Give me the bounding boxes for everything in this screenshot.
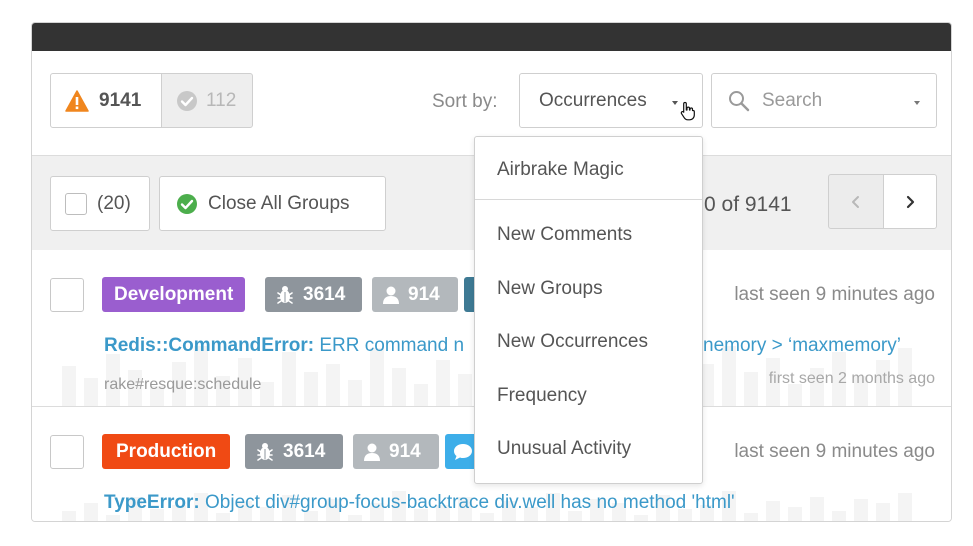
bug-icon: [277, 285, 293, 304]
search-input[interactable]: [762, 89, 902, 112]
sort-dropdown[interactable]: Occurrences: [519, 73, 703, 128]
environment-badge[interactable]: Development: [102, 277, 246, 312]
search-icon: [729, 90, 750, 111]
occurrences-badge: 3614: [245, 434, 343, 469]
close-all-label: Close All Groups: [208, 192, 350, 214]
pagination-text: 0 of 9141: [704, 193, 792, 216]
error-message: ERR command n: [314, 335, 465, 356]
sort-option-frequency[interactable]: Frequency: [497, 385, 587, 407]
sort-selected-value: Occurrences: [539, 89, 647, 111]
error-message-link[interactable]: Redis::CommandError: ERR command n: [104, 335, 464, 357]
open-errors-toggle[interactable]: 9141: [50, 73, 162, 128]
comment-icon: [454, 443, 472, 460]
previous-page-button[interactable]: [828, 174, 884, 229]
users-badge: 914: [353, 434, 439, 469]
last-seen-text: last seen 9 minutes ago: [734, 284, 935, 305]
error-message-tail[interactable]: nemory > ‘maxmemory’: [703, 335, 901, 357]
sort-by-label: Sort by:: [432, 91, 498, 112]
user-icon: [364, 443, 380, 461]
occurrences-count: 3614: [283, 440, 326, 462]
environment-badge[interactable]: Production: [102, 434, 231, 469]
sort-option-new-groups[interactable]: New Groups: [497, 278, 603, 300]
open-errors-count: 9141: [99, 89, 142, 111]
window-titlebar: [32, 23, 951, 51]
error-type: Redis::CommandError:: [104, 335, 315, 356]
next-page-button[interactable]: [883, 174, 937, 229]
hand-pointer-icon: [680, 101, 695, 121]
sort-option-unusual-activity[interactable]: Unusual Activity: [497, 438, 631, 460]
row-checkbox[interactable]: [50, 278, 84, 312]
users-count: 914: [389, 440, 421, 462]
warning-icon: [65, 89, 89, 112]
check-circle-icon: [177, 90, 197, 111]
select-all-checkbox[interactable]: [65, 192, 87, 215]
environment-label: Production: [116, 440, 217, 462]
selected-count: (20): [97, 192, 131, 214]
users-count: 914: [408, 283, 440, 305]
occurrences-count: 3614: [303, 283, 346, 305]
component-text: rake#resque:schedule: [104, 376, 262, 393]
caret-down-icon[interactable]: [914, 101, 920, 105]
chevron-left-icon: [852, 195, 859, 208]
chevron-right-icon: [906, 195, 915, 208]
resolved-errors-toggle[interactable]: 112: [161, 73, 253, 128]
first-seen-text: first seen 2 months ago: [768, 370, 935, 387]
sort-option-new-occurrences[interactable]: New Occurrences: [497, 331, 648, 353]
select-all-button[interactable]: (20): [50, 176, 150, 231]
last-seen-text: last seen 9 minutes ago: [734, 441, 935, 462]
error-type: TypeError:: [104, 492, 200, 513]
user-icon: [383, 286, 399, 304]
caret-down-icon: [672, 101, 678, 105]
occurrences-badge: 3614: [265, 277, 362, 312]
menu-divider: [475, 199, 702, 200]
check-circle-icon: [177, 193, 197, 214]
sort-dropdown-menu: Airbrake Magic New Comments New Groups N…: [474, 136, 703, 484]
users-badge: 914: [372, 277, 458, 312]
error-message-link[interactable]: TypeError: Object div#group-focus-backtr…: [104, 492, 735, 514]
sort-option-new-comments[interactable]: New Comments: [497, 224, 632, 246]
close-all-groups-button[interactable]: Close All Groups: [159, 176, 386, 231]
resolved-errors-count: 112: [206, 89, 237, 111]
search-box[interactable]: [711, 73, 937, 128]
error-message: Object div#group-focus-backtrace div.wel…: [199, 492, 735, 513]
row-checkbox[interactable]: [50, 435, 84, 469]
sort-option-airbrake-magic[interactable]: Airbrake Magic: [497, 159, 624, 181]
bug-icon: [257, 442, 273, 461]
environment-label: Development: [114, 283, 234, 305]
